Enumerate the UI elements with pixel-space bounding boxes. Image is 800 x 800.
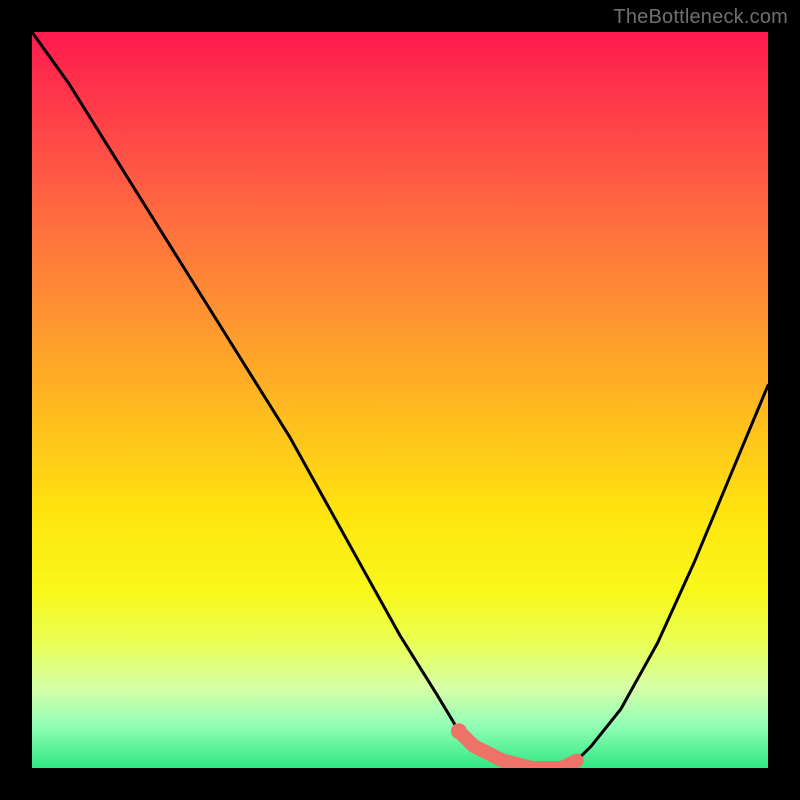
watermark-text: TheBottleneck.com	[613, 6, 788, 29]
bottleneck-curve	[32, 32, 768, 768]
plot-area	[32, 32, 768, 768]
chart-frame: TheBottleneck.com	[0, 0, 800, 800]
optimal-point-marker	[451, 723, 467, 739]
chart-svg	[32, 32, 768, 768]
optimal-range-highlight	[459, 731, 577, 768]
